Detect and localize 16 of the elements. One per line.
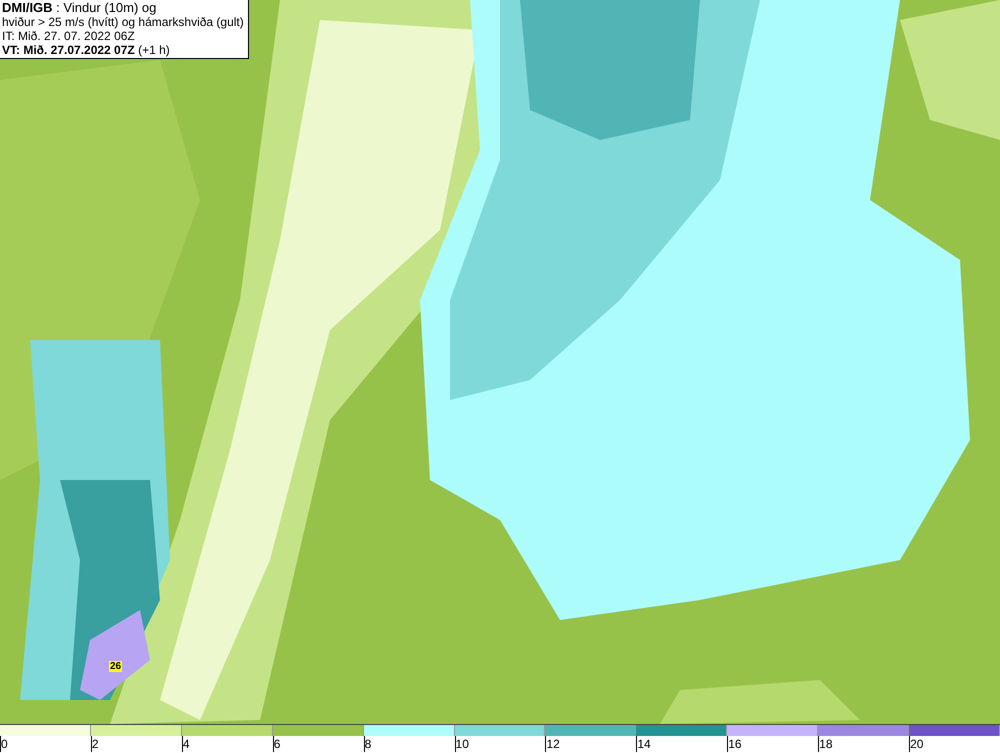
title-line: DMI/IGB : Vindur (10m) og [2, 1, 158, 15]
scale-label: 4 [182, 737, 190, 751]
scale-label: 6 [274, 737, 280, 751]
scale-label: 0 [1, 737, 8, 751]
scale-label: 8 [364, 737, 372, 751]
gust-label: 26 [109, 661, 122, 672]
title-line: VT: Mið. 27.07.2022 07Z (+1 h) [2, 43, 171, 57]
scale-label: 18 [819, 737, 833, 751]
title-line: hviður > 25 m/s (hvítt) og hámarkshviða (gult) [2, 15, 244, 29]
scale-label: 10 [456, 737, 469, 751]
scale-label: 16 [728, 737, 742, 751]
scale-label: 14 [637, 737, 651, 751]
scale-label: 12 [546, 737, 560, 751]
scale-label: 2 [92, 737, 99, 751]
scale-label: 20 [910, 737, 924, 751]
title-line: IT: Mið. 27. 07. 2022 06Z [2, 29, 136, 43]
